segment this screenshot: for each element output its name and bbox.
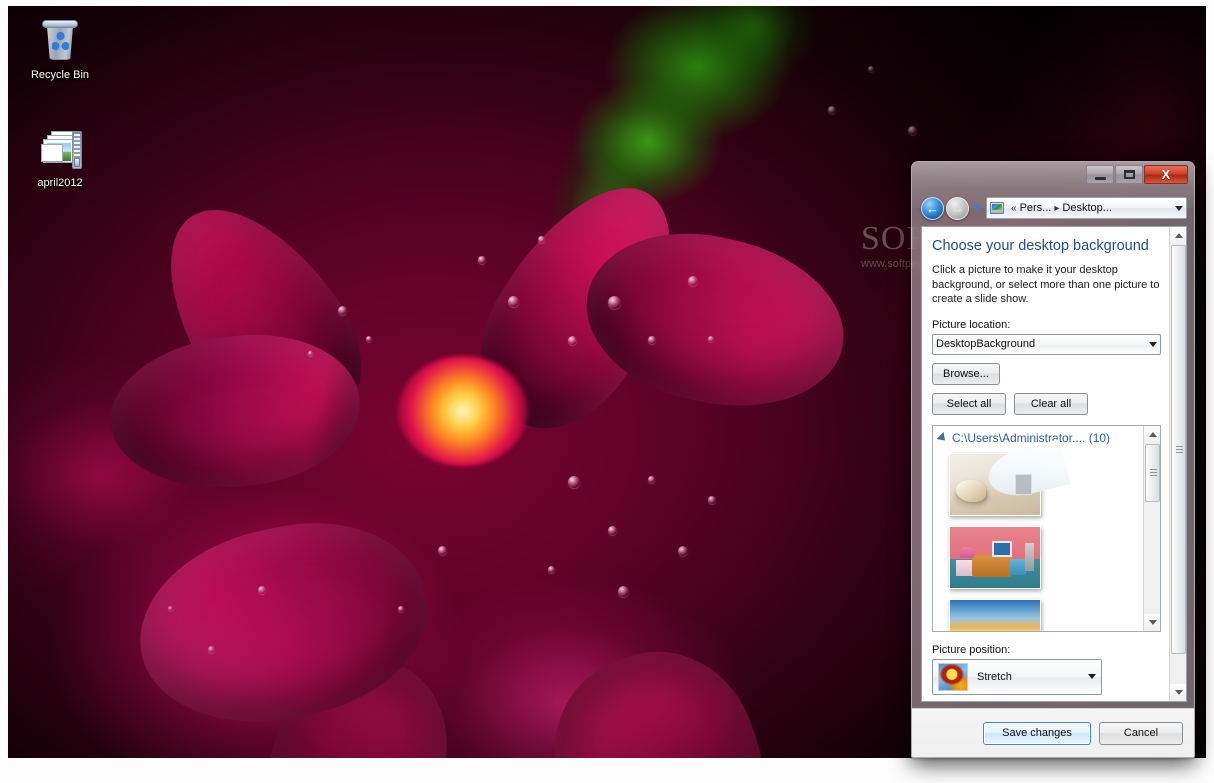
desktop-icon-april2012[interactable]: april2012 <box>19 128 101 190</box>
browse-button[interactable]: Browse... <box>932 362 1000 385</box>
caret-down-icon <box>1174 690 1183 695</box>
window-footer: Save changes Cancel <box>912 708 1194 757</box>
caret-up-icon <box>1148 431 1157 437</box>
listbox-scroll-up-button[interactable] <box>1144 425 1160 443</box>
chevron-down-icon <box>1088 674 1096 679</box>
select-all-button[interactable]: Select all <box>932 392 1006 415</box>
thumbnail-list <box>933 449 1160 631</box>
chevron-down-icon <box>1149 341 1157 347</box>
content-scroll-down-button[interactable] <box>1170 684 1186 701</box>
clear-all-button[interactable]: Clear all <box>1014 392 1088 415</box>
cancel-button[interactable]: Cancel <box>1099 721 1183 745</box>
picture-location-select[interactable]: DesktopBackground <box>932 333 1161 355</box>
personalization-icon <box>990 202 1004 214</box>
screen-root: Recycle Bin april2012 SOFTPEDIA www.soft… <box>0 0 1214 783</box>
listbox-scroll-down-button[interactable] <box>1144 613 1160 631</box>
picture-location-value: DesktopBackground <box>936 338 1036 350</box>
content-pane: Choose your desktop background Click a p… <box>922 227 1171 701</box>
picture-position-select[interactable]: Stretch <box>932 658 1102 695</box>
listbox-scrollbar-thumb[interactable] <box>1145 443 1160 502</box>
desktop-icon-label: april2012 <box>37 177 83 189</box>
breadcrumb-separator-icon: ▸ <box>1054 202 1060 214</box>
picture-position-group: Picture position: Stretch <box>932 644 1161 695</box>
save-changes-button[interactable]: Save changes <box>983 721 1091 745</box>
content-scroll-up-button[interactable] <box>1170 227 1186 244</box>
picture-group-label: C:\Users\Administrator.... (10) <box>952 430 1111 445</box>
minimize-icon <box>1094 176 1106 180</box>
selection-buttons-row: Select all Clear all <box>932 392 1161 415</box>
window-content: Choose your desktop background Click a p… <box>921 226 1187 702</box>
picture-listbox[interactable]: C:\Users\Administrator.... (10) <box>932 424 1161 632</box>
maximize-button[interactable] <box>1115 165 1143 184</box>
forward-arrow-icon: → <box>951 200 964 216</box>
back-button[interactable]: ← <box>921 196 944 220</box>
desktop-icon-recycle-bin[interactable]: Recycle Bin <box>19 20 101 82</box>
content-scrollbar-thumb[interactable] <box>1171 245 1186 654</box>
page-title: Choose your desktop background <box>932 238 1149 254</box>
picture-position-label: Picture position: <box>932 643 1011 656</box>
scrollbar-grip-icon <box>1150 468 1157 477</box>
picture-position-preview-icon <box>938 662 968 691</box>
breadcrumb-item-desktop-background[interactable]: Desktop... <box>1062 202 1112 214</box>
recycle-bin-icon <box>19 20 101 66</box>
page-description: Click a picture to make it your desktop … <box>932 264 1160 305</box>
thumbnail-sunset-landscape[interactable] <box>949 598 1041 631</box>
scrollbar-grip-icon <box>1176 445 1183 454</box>
browse-row: Browse... <box>932 362 1161 385</box>
address-chevron-down-icon[interactable] <box>1175 205 1183 211</box>
thumbnail-seashell-on-beach[interactable] <box>949 452 1041 516</box>
picture-location-label: Picture location: <box>932 318 1011 331</box>
window-controls: X <box>1086 165 1188 184</box>
window-titlebar[interactable]: X <box>912 162 1194 192</box>
picture-position-value: Stretch <box>977 670 1012 683</box>
listbox-scrollbar[interactable] <box>1143 425 1160 631</box>
maximize-icon <box>1123 170 1135 179</box>
breadcrumb-overflow[interactable]: « <box>1011 203 1017 214</box>
close-button[interactable]: X <box>1144 165 1188 184</box>
back-arrow-icon: ← <box>926 200 939 216</box>
caret-up-icon <box>1174 233 1183 238</box>
desktop-background-window[interactable]: X ← → « Pers... ▸ Desktop... Choose your… <box>911 161 1195 758</box>
address-bar[interactable]: ← → « Pers... ▸ Desktop... <box>921 195 1187 221</box>
desktop-icon-label: Recycle Bin <box>30 69 90 81</box>
minimize-button[interactable] <box>1086 165 1114 184</box>
close-icon: X <box>1161 167 1171 182</box>
zip-archive-icon <box>19 128 101 174</box>
collapse-triangle-icon[interactable] <box>936 431 949 444</box>
thumbnail-colorful-living-room[interactable] <box>949 525 1041 589</box>
breadcrumb[interactable]: « Pers... ▸ Desktop... <box>986 197 1187 219</box>
breadcrumb-item-personalization[interactable]: Pers... <box>1020 202 1052 214</box>
caret-down-icon <box>1148 619 1157 625</box>
recent-pages-chevron-down-icon[interactable] <box>972 205 982 211</box>
content-scrollbar[interactable] <box>1169 227 1186 701</box>
forward-button[interactable]: → <box>946 196 969 220</box>
